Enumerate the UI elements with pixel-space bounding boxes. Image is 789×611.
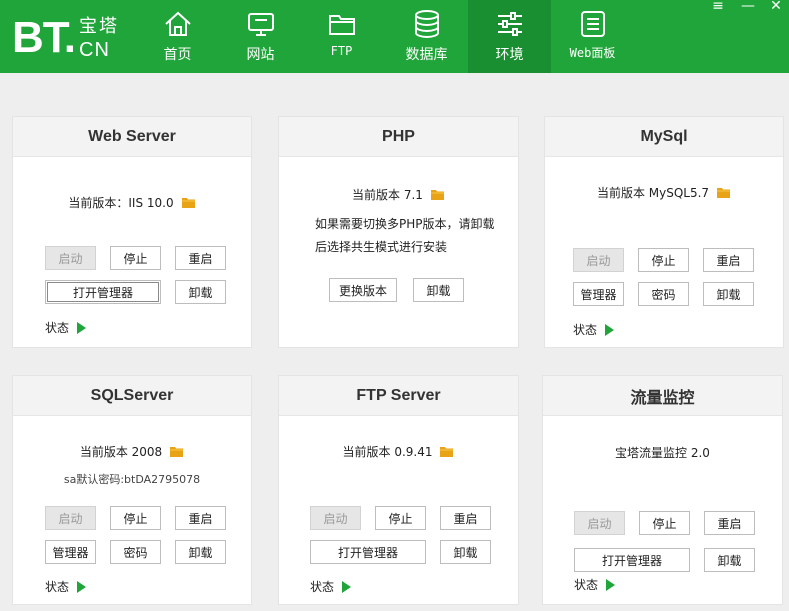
uninstall-button[interactable]: 卸载 [413, 278, 464, 302]
folder-icon[interactable] [430, 189, 445, 204]
folder-icon[interactable] [170, 446, 184, 461]
bt-logo: BT. 宝塔 CN [12, 10, 119, 62]
card-title: MySql [545, 117, 783, 157]
restart-button[interactable]: 重启 [440, 506, 491, 530]
restart-button[interactable]: 重启 [175, 246, 226, 270]
stop-button[interactable]: 停止 [639, 511, 690, 535]
nav-web-panel[interactable]: Web面板 [551, 0, 634, 73]
uninstall-button[interactable]: 卸载 [175, 540, 226, 564]
version-text: 当前版本 2008 [13, 443, 251, 461]
version-text: 当前版本：IIS 10.0 [13, 194, 251, 212]
status-row: 状态 [574, 576, 616, 593]
status-row: 状态 [573, 321, 615, 338]
start-button[interactable]: 启动 [574, 511, 625, 535]
open-manager-button[interactable]: 打开管理器 [310, 540, 426, 564]
home-icon [163, 8, 193, 40]
open-manager-button[interactable]: 打开管理器 [45, 280, 161, 304]
status-row: 状态 [310, 578, 352, 595]
card-title: Web Server [13, 117, 251, 157]
start-button[interactable]: 启动 [45, 506, 96, 530]
card-title: SQLServer [13, 376, 251, 416]
card-sqlserver: SQLServer 当前版本 2008 sa默认密码:btDA2795078 启… [12, 375, 252, 605]
card-title: FTP Server [279, 376, 518, 416]
change-version-button[interactable]: 更换版本 [329, 278, 397, 302]
play-icon [605, 323, 615, 336]
close-button[interactable]: ✕ [764, 0, 788, 14]
minimize-button[interactable]: — [736, 0, 760, 14]
card-web-server: Web Server 当前版本：IIS 10.0 启动 停止 重启 打开管理器 … [12, 116, 252, 348]
list-icon [578, 8, 608, 40]
logo-cn-bottom: CN [79, 39, 110, 61]
nav-home[interactable]: 首页 [136, 0, 219, 73]
start-button[interactable]: 启动 [310, 506, 361, 530]
start-button[interactable]: 启动 [573, 248, 624, 272]
password-button[interactable]: 密码 [110, 540, 161, 564]
card-traffic-monitor: 流量监控 宝塔流量监控 2.0 启动 停止 重启 打开管理器 卸载 状态 [542, 375, 783, 605]
play-icon [77, 580, 87, 593]
sliders-icon [495, 8, 525, 40]
uninstall-button[interactable]: 卸载 [703, 282, 754, 306]
nav-database[interactable]: 数据库 [385, 0, 468, 73]
restart-button[interactable]: 重启 [704, 511, 755, 535]
logo-cn-top: 宝塔 [79, 16, 119, 37]
logo-text: BT. [12, 13, 76, 62]
card-title: PHP [279, 117, 518, 157]
nav-environment[interactable]: 环境 [468, 0, 551, 73]
database-icon [412, 8, 442, 40]
uninstall-button[interactable]: 卸载 [175, 280, 226, 304]
open-manager-button[interactable]: 打开管理器 [574, 548, 690, 572]
status-row: 状态 [45, 578, 87, 595]
password-button[interactable]: 密码 [638, 282, 689, 306]
version-text: 当前版本 0.9.41 [279, 443, 518, 461]
uninstall-button[interactable]: 卸载 [704, 548, 755, 572]
stop-button[interactable]: 停止 [638, 248, 689, 272]
monitor-icon [246, 8, 276, 40]
restart-button[interactable]: 重启 [175, 506, 226, 530]
php-note-line-2: 后选择共生模式进行安装 [315, 240, 448, 254]
default-password-text: sa默认密码:btDA2795078 [63, 473, 201, 486]
folder-icon[interactable] [717, 187, 731, 202]
manager-button[interactable]: 管理器 [45, 540, 96, 564]
folder-icon[interactable] [181, 197, 196, 212]
nav-ftp[interactable]: FTP [300, 0, 383, 73]
folder-icon [327, 8, 357, 40]
play-icon [606, 578, 616, 591]
card-title: 流量监控 [543, 376, 782, 416]
stop-button[interactable]: 停止 [110, 506, 161, 530]
top-nav-bar: BT. 宝塔 CN 首页 网站 FTP 数据库 环境 Web面板 ≡ — ✕ [0, 0, 789, 73]
uninstall-button[interactable]: 卸载 [440, 540, 491, 564]
card-ftp-server: FTP Server 当前版本 0.9.41 启动 停止 重启 打开管理器 卸载… [278, 375, 519, 605]
manager-button[interactable]: 管理器 [573, 282, 624, 306]
card-mysql: MySql 当前版本 MySQL5.7 启动 停止 重启 管理器 密码 卸载 状… [544, 116, 784, 348]
play-icon [77, 321, 87, 334]
restart-button[interactable]: 重启 [703, 248, 754, 272]
nav-website[interactable]: 网站 [219, 0, 302, 73]
folder-icon[interactable] [440, 446, 454, 461]
stop-button[interactable]: 停止 [110, 246, 161, 270]
stop-button[interactable]: 停止 [375, 506, 426, 530]
play-icon [342, 580, 352, 593]
version-text: 当前版本 7.1 [279, 186, 518, 204]
version-text: 宝塔流量监控 2.0 [615, 446, 710, 460]
version-text: 当前版本 MySQL5.7 [545, 184, 783, 202]
start-button[interactable]: 启动 [45, 246, 96, 270]
status-row: 状态 [45, 319, 87, 336]
menu-icon[interactable]: ≡ [706, 0, 730, 14]
card-php: PHP 当前版本 7.1 如果需要切换多PHP版本，请卸载 后选择共生模式进行安… [278, 116, 519, 348]
